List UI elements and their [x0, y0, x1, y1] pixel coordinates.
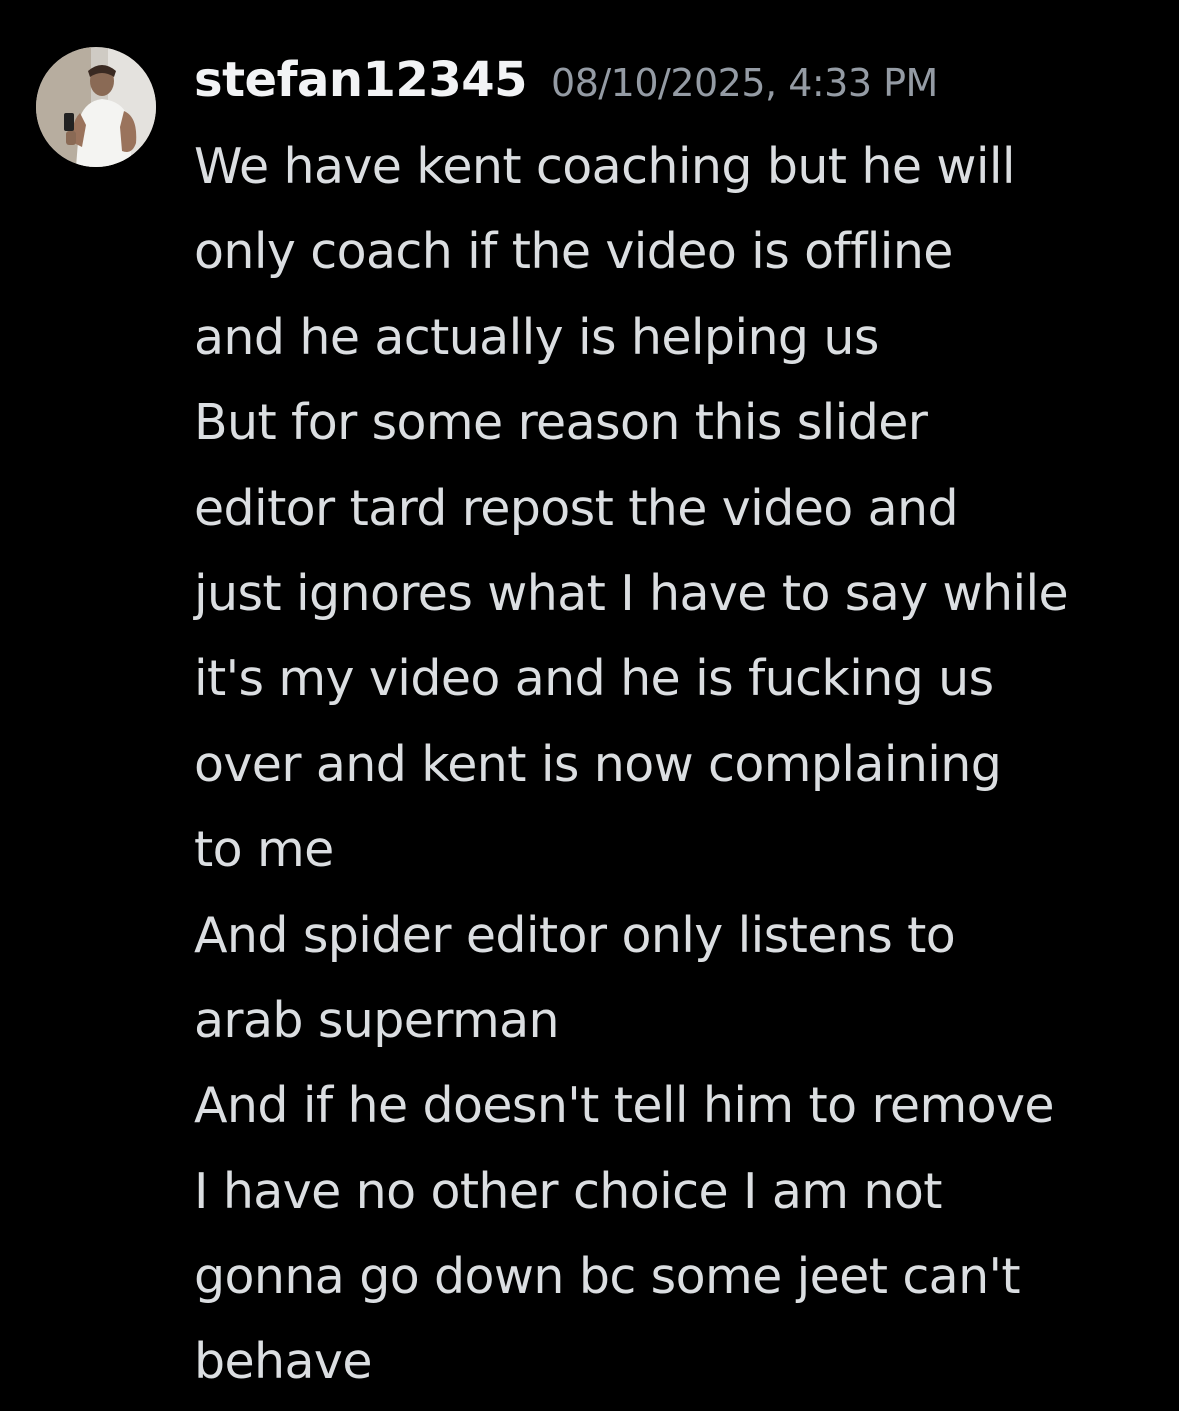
message-line: over and kent is now complaining: [194, 735, 1002, 793]
message-line: And if he doesn't tell him to remove: [194, 1077, 1055, 1135]
message-line: to me: [194, 821, 334, 879]
message-line: and he actually is helping us: [194, 308, 879, 366]
message-line: We have kent coaching but he will: [194, 138, 1015, 195]
user-avatar[interactable]: [36, 47, 156, 167]
message-line: it's my video and he is fucking us: [194, 650, 994, 708]
message-line: I have no other choice I am not: [194, 1162, 942, 1220]
message-timestamp: 08/10/2025, 4:33 PM: [551, 61, 938, 105]
author-username[interactable]: stefan12345: [194, 44, 528, 116]
message-line: just ignores what I have to say while: [194, 564, 1069, 622]
message-line: behave: [194, 1333, 372, 1391]
chat-message: stefan12345 08/10/2025, 4:33 PM We have …: [0, 0, 1179, 1411]
message-header: stefan12345 08/10/2025, 4:33 PM: [194, 44, 938, 116]
message-line: editor tard repost the video and: [194, 479, 959, 537]
message-line: And spider editor only listens to: [194, 906, 956, 964]
message-line: arab superman: [194, 991, 560, 1049]
message-line: gonna go down bc some jeet can't: [194, 1248, 1021, 1306]
message-content: We have kent coaching but he will only c…: [194, 124, 1164, 1405]
message-line: But for some reason this slider: [194, 394, 928, 452]
message-line: only coach if the video is offline: [194, 223, 953, 281]
avatar-photo-icon: [36, 47, 156, 167]
